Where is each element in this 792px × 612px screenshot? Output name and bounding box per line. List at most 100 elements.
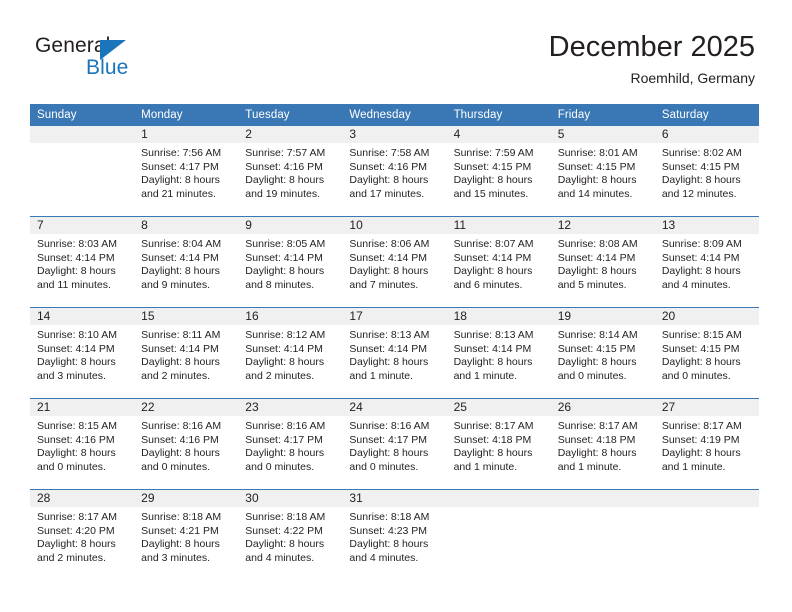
day-cell[interactable]: 9 Sunrise: 8:05 AM Sunset: 4:14 PM Daylight…: [238, 216, 343, 308]
sunrise-text: Sunrise: 8:17 AM: [453, 420, 534, 432]
daylight-text-line2: and 0 minutes.: [661, 369, 731, 382]
daylight-text-line2: and 3 minutes.: [37, 369, 106, 382]
sunset-text: Sunset: 4:14 PM: [349, 342, 428, 355]
sunset-text: Sunset: 4:16 PM: [37, 433, 115, 446]
sunset-text: Sunset: 4:22 PM: [245, 524, 323, 537]
sunrise-text: Sunrise: 8:07 AM: [453, 238, 534, 250]
daylight-text-line1: Daylight: 8 hours: [141, 174, 220, 187]
sunrise-text: Sunrise: 7:57 AM: [245, 147, 326, 159]
day-cell[interactable]: 15 Sunrise: 8:11 AM Sunset: 4:14 PM Dayligh…: [134, 307, 239, 399]
daylight-text-line2: and 1 minute.: [453, 369, 518, 382]
day-number: [446, 490, 551, 507]
daylight-text-line1: Daylight: 8 hours: [141, 265, 220, 278]
sunrise-text: Sunrise: 8:18 AM: [141, 511, 222, 523]
day-cell[interactable]: 16 Sunrise: 8:12 AM Sunset: 4:14 PM Dayligh…: [238, 307, 343, 399]
day-number: [550, 490, 655, 507]
daylight-text-line2: and 5 minutes.: [557, 278, 627, 291]
day-cell[interactable]: 29 Sunrise: 8:18 AM Sunset: 4:21 PM Dayligh…: [134, 489, 239, 580]
sunrise-text: Sunrise: 8:06 AM: [349, 238, 430, 250]
day-cell[interactable]: 4 Sunrise: 7:59 AM Sunset: 4:15 PM Daylight…: [446, 126, 551, 217]
calendar-body: 1 Sunrise: 7:56 AM Sunset: 4:17 PM Daylight…: [30, 126, 759, 580]
day-cell[interactable]: 22 Sunrise: 8:16 AM Sunset: 4:16 PM Dayligh…: [134, 398, 239, 490]
day-cell[interactable]: 14 Sunrise: 8:10 AM Sunset: 4:14 PM Dayligh…: [30, 307, 135, 399]
day-details: Sunrise: 8:18 AM Sunset: 4:21 PM Daylight:…: [134, 507, 238, 565]
daylight-text-line1: Daylight: 8 hours: [661, 174, 741, 187]
daylight-text-line1: Daylight: 8 hours: [557, 447, 637, 460]
daylight-text-line2: and 2 minutes.: [141, 369, 211, 382]
day-details: Sunrise: 8:05 AM Sunset: 4:14 PM Daylight:…: [238, 234, 342, 292]
day-cell[interactable]: 24 Sunrise: 8:16 AM Sunset: 4:17 PM Dayligh…: [342, 398, 447, 490]
daylight-text-line1: Daylight: 8 hours: [245, 174, 325, 187]
day-number: 24: [342, 399, 447, 416]
sunset-text: Sunset: 4:17 PM: [349, 433, 428, 446]
daylight-text-line1: Daylight: 8 hours: [349, 356, 429, 369]
sunrise-text: Sunrise: 8:16 AM: [245, 420, 326, 432]
sunrise-text: Sunrise: 8:02 AM: [661, 147, 742, 159]
day-cell[interactable]: 18 Sunrise: 8:13 AM Sunset: 4:14 PM Dayligh…: [446, 307, 551, 399]
day-cell[interactable]: 26 Sunrise: 8:17 AM Sunset: 4:18 PM Dayligh…: [550, 398, 655, 490]
day-cell[interactable]: 3 Sunrise: 7:58 AM Sunset: 4:16 PM Daylight…: [342, 126, 447, 217]
day-cell[interactable]: [550, 489, 655, 580]
daylight-text-line2: and 2 minutes.: [245, 369, 315, 382]
day-cell[interactable]: 8 Sunrise: 8:04 AM Sunset: 4:14 PM Daylight…: [134, 216, 239, 308]
day-number: 22: [134, 399, 239, 416]
daylight-text-line2: and 0 minutes.: [37, 460, 106, 473]
day-details: Sunrise: 8:18 AM Sunset: 4:22 PM Daylight:…: [238, 507, 342, 565]
day-cell[interactable]: 5 Sunrise: 8:01 AM Sunset: 4:15 PM Daylight…: [550, 126, 655, 217]
day-number: 25: [446, 399, 551, 416]
daylight-text-line1: Daylight: 8 hours: [37, 265, 116, 278]
day-cell[interactable]: 31 Sunrise: 8:18 AM Sunset: 4:23 PM Dayligh…: [342, 489, 447, 580]
day-cell[interactable]: 12 Sunrise: 8:08 AM Sunset: 4:14 PM Dayligh…: [550, 216, 655, 308]
sunset-text: Sunset: 4:14 PM: [37, 342, 115, 355]
sunset-text: Sunset: 4:16 PM: [245, 160, 323, 173]
day-number: 13: [654, 217, 759, 234]
day-cell[interactable]: 17 Sunrise: 8:13 AM Sunset: 4:14 PM Dayligh…: [342, 307, 447, 399]
sunrise-text: Sunrise: 8:13 AM: [453, 329, 534, 341]
day-cell[interactable]: [654, 489, 759, 580]
daylight-text-line2: and 6 minutes.: [453, 278, 523, 291]
sunrise-text: Sunrise: 8:09 AM: [661, 238, 742, 250]
sunset-text: Sunset: 4:15 PM: [557, 160, 636, 173]
day-details: Sunrise: 8:07 AM Sunset: 4:14 PM Daylight:…: [447, 234, 551, 292]
day-details: [447, 507, 551, 511]
day-cell[interactable]: [446, 489, 551, 580]
day-cell[interactable]: 7 Sunrise: 8:03 AM Sunset: 4:14 PM Daylight…: [30, 216, 135, 308]
sunset-text: Sunset: 4:14 PM: [141, 251, 219, 264]
day-cell[interactable]: 25 Sunrise: 8:17 AM Sunset: 4:18 PM Dayligh…: [446, 398, 551, 490]
day-cell[interactable]: 28 Sunrise: 8:17 AM Sunset: 4:20 PM Dayligh…: [30, 489, 135, 580]
daylight-text-line2: and 15 minutes.: [453, 187, 529, 200]
day-cell[interactable]: 27 Sunrise: 8:17 AM Sunset: 4:19 PM Dayligh…: [654, 398, 759, 490]
day-cell[interactable]: 10 Sunrise: 8:06 AM Sunset: 4:14 PM Dayligh…: [342, 216, 447, 308]
day-number: 14: [30, 308, 135, 325]
calendar-week-row: 28 Sunrise: 8:17 AM Sunset: 4:20 PM Dayligh…: [30, 489, 759, 580]
day-cell[interactable]: 23 Sunrise: 8:16 AM Sunset: 4:17 PM Dayligh…: [238, 398, 343, 490]
sunset-text: Sunset: 4:14 PM: [453, 251, 532, 264]
day-details: Sunrise: 8:08 AM Sunset: 4:14 PM Daylight:…: [551, 234, 655, 292]
day-details: Sunrise: 8:15 AM Sunset: 4:16 PM Daylight:…: [30, 416, 134, 474]
logo-text-blue: Blue: [86, 56, 129, 79]
day-cell[interactable]: 2 Sunrise: 7:57 AM Sunset: 4:16 PM Daylight…: [238, 126, 343, 217]
day-cell[interactable]: 13 Sunrise: 8:09 AM Sunset: 4:14 PM Dayligh…: [654, 216, 759, 308]
daylight-text-line1: Daylight: 8 hours: [37, 538, 116, 551]
sunrise-text: Sunrise: 8:16 AM: [141, 420, 222, 432]
day-cell[interactable]: 20 Sunrise: 8:15 AM Sunset: 4:15 PM Dayligh…: [654, 307, 759, 399]
weekday-header-friday: Friday: [550, 104, 655, 126]
day-cell[interactable]: 1 Sunrise: 7:56 AM Sunset: 4:17 PM Daylight…: [134, 126, 239, 217]
sunset-text: Sunset: 4:16 PM: [349, 160, 428, 173]
sunset-text: Sunset: 4:23 PM: [349, 524, 428, 537]
daylight-text-line1: Daylight: 8 hours: [349, 174, 429, 187]
day-cell[interactable]: [30, 126, 135, 217]
day-cell[interactable]: 19 Sunrise: 8:14 AM Sunset: 4:15 PM Dayligh…: [550, 307, 655, 399]
day-number: 16: [238, 308, 343, 325]
day-details: Sunrise: 8:06 AM Sunset: 4:14 PM Daylight:…: [342, 234, 446, 292]
day-cell[interactable]: 21 Sunrise: 8:15 AM Sunset: 4:16 PM Dayligh…: [30, 398, 135, 490]
day-cell[interactable]: 6 Sunrise: 8:02 AM Sunset: 4:15 PM Daylight…: [654, 126, 759, 217]
weekday-header-monday: Monday: [134, 104, 239, 126]
day-details: Sunrise: 8:09 AM Sunset: 4:14 PM Daylight:…: [655, 234, 759, 292]
day-cell[interactable]: 11 Sunrise: 8:07 AM Sunset: 4:14 PM Dayligh…: [446, 216, 551, 308]
daylight-text-line2: and 0 minutes.: [349, 460, 419, 473]
day-cell[interactable]: 30 Sunrise: 8:18 AM Sunset: 4:22 PM Dayligh…: [238, 489, 343, 580]
day-number: 5: [550, 126, 655, 143]
day-number: 10: [342, 217, 447, 234]
day-number: 30: [238, 490, 343, 507]
